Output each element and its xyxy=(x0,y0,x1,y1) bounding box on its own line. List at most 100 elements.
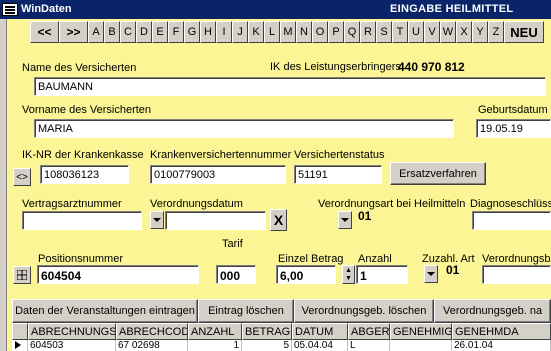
table-cell[interactable] xyxy=(390,340,452,351)
letter-button-g[interactable]: G xyxy=(184,21,200,43)
row-pointer-icon xyxy=(15,341,21,349)
letter-button-e[interactable]: E xyxy=(152,21,168,43)
status-label: Versichertenstatus xyxy=(294,149,385,161)
arzt-label: Vertragsarztnummer xyxy=(22,198,122,210)
letter-button-j[interactable]: J xyxy=(232,21,248,43)
daten-eintragen-button[interactable]: Daten der Veranstaltungen eintragen xyxy=(12,299,198,323)
letter-button-i[interactable]: I xyxy=(216,21,232,43)
letter-button-n[interactable]: N xyxy=(296,21,312,43)
ik-value: 440 970 812 xyxy=(398,60,465,74)
prev-button[interactable]: << xyxy=(30,21,59,43)
verordnungsgeb-loeschen-button[interactable]: Verordnungsgeb. löschen xyxy=(294,299,434,323)
letter-button-a[interactable]: A xyxy=(88,21,104,43)
verordnungsbl-label: Verordnungsbl xyxy=(482,253,551,265)
status-field[interactable]: 51191 xyxy=(294,165,382,184)
ik-label: IK des Leistungserbringers xyxy=(270,61,401,73)
letter-button-h[interactable]: H xyxy=(200,21,216,43)
vorname-label: Vorname des Versicherten xyxy=(22,104,152,116)
kvnr-field[interactable]: 0100779003 xyxy=(150,165,286,184)
verordnungsart-value: 01 xyxy=(358,209,372,223)
letter-button-s[interactable]: S xyxy=(376,21,392,43)
letter-button-y[interactable]: Y xyxy=(472,21,488,43)
new-button[interactable]: NEU xyxy=(504,21,544,43)
letter-button-z[interactable]: Z xyxy=(488,21,504,43)
anzahl-spinner[interactable]: ▲ ▼ xyxy=(342,265,355,284)
letter-button-x[interactable]: X xyxy=(456,21,472,43)
letter-button-d[interactable]: D xyxy=(136,21,152,43)
letter-button-w[interactable]: W xyxy=(440,21,456,43)
main-panel: << >> ABCDEFGHIJKLMNOPQRSTUVWXYZ NEU Nam… xyxy=(0,19,551,351)
table-cell[interactable]: 1 xyxy=(188,340,242,351)
action-bar: Daten der Veranstaltungen eintragen Eint… xyxy=(12,299,551,323)
letter-button-l[interactable]: L xyxy=(264,21,280,43)
anzahl-label: Anzahl xyxy=(358,253,392,265)
table-header: ABRECHNUNGSNRABRECHCODEANZAHLBETRAGDATUM… xyxy=(12,323,551,340)
vorname-field[interactable]: MARIA xyxy=(34,119,454,138)
row-indicator[interactable] xyxy=(12,340,28,351)
title-bar: WinDaten EINGABE HEILMITTEL xyxy=(0,0,551,19)
letter-button-r[interactable]: R xyxy=(360,21,376,43)
next-button[interactable]: >> xyxy=(59,21,88,43)
column-header-abrechcode[interactable]: ABRECHCODE xyxy=(116,323,188,340)
tarif-label: Tarif xyxy=(222,238,243,250)
verordnungsdatum-label: Verordnungsdatum xyxy=(150,198,243,210)
app-icon[interactable] xyxy=(2,3,18,16)
verordnungsblatt-field[interactable] xyxy=(482,265,551,284)
table-cell[interactable]: L xyxy=(348,340,390,351)
column-header-betrag[interactable]: BETRAG xyxy=(242,323,292,340)
table-row[interactable]: 604503 67 02698 1 5 05.04.04 L 26.01.04 xyxy=(12,340,551,351)
table-cell[interactable]: 5 xyxy=(242,340,292,351)
ersatzverfahren-button[interactable]: Ersatzverfahren xyxy=(390,162,486,185)
letter-button-q[interactable]: Q xyxy=(344,21,360,43)
clear-date-button[interactable]: X xyxy=(270,209,287,231)
letter-button-v[interactable]: V xyxy=(424,21,440,43)
iknr-field[interactable]: 108036123 xyxy=(40,165,129,184)
diagnose-field[interactable] xyxy=(472,211,551,230)
einzel-betrag-field[interactable]: 6,00 xyxy=(276,265,336,284)
diagnose-label: Diagnoseschlüss xyxy=(470,198,551,210)
vertragsarzt-field[interactable] xyxy=(22,211,142,230)
column-header-abger[interactable]: ABGER xyxy=(348,323,390,340)
kvnr-label: Krankenversichertennummer xyxy=(150,149,292,161)
column-header-datum[interactable]: DATUM xyxy=(292,323,348,340)
einzel-betrag-label: Einzel Betrag xyxy=(278,253,344,265)
column-header-genehmda[interactable]: GENEHMDA xyxy=(452,323,551,340)
letter-button-k[interactable]: K xyxy=(248,21,264,43)
letter-button-t[interactable]: T xyxy=(392,21,408,43)
letter-button-f[interactable]: F xyxy=(168,21,184,43)
positionsnummer-field[interactable]: 604504 xyxy=(37,265,199,284)
verordnungsdatum-field[interactable] xyxy=(165,211,266,230)
column-header-genehmig[interactable]: GENEHMIG xyxy=(390,323,452,340)
table-cell[interactable]: 26.01.04 xyxy=(452,340,551,351)
letter-button-p[interactable]: P xyxy=(328,21,344,43)
verordnungsgeb-nachtragen-button[interactable]: Verordnungsgeb. na xyxy=(434,299,551,323)
table-cell[interactable]: 604503 xyxy=(28,340,116,351)
zuzahl-art-dropdown[interactable] xyxy=(424,265,438,283)
left-strip xyxy=(0,19,7,351)
name-field[interactable]: BAUMANN xyxy=(34,77,546,96)
table-cell[interactable]: 05.04.04 xyxy=(292,340,348,351)
grid-icon xyxy=(17,270,27,280)
geburtsdatum-field[interactable]: 19.05.19 xyxy=(476,119,551,138)
zuzahl-art-value: 01 xyxy=(446,263,460,277)
iknr-label: IK-NR der Krankenkasse xyxy=(22,149,144,161)
verordnungsart-label: Verordnungsart bei Heilmitteln xyxy=(318,198,466,210)
anzahl-field[interactable]: 1 xyxy=(356,265,408,284)
letter-button-b[interactable]: B xyxy=(104,21,120,43)
app-title: WinDaten xyxy=(21,3,72,15)
tarif-field[interactable]: 000 xyxy=(216,265,256,284)
letter-button-o[interactable]: O xyxy=(312,21,328,43)
verordnungsart-dropdown[interactable] xyxy=(338,211,352,229)
letter-navigation: << >> ABCDEFGHIJKLMNOPQRSTUVWXYZ NEU xyxy=(30,21,544,45)
letter-button-m[interactable]: M xyxy=(280,21,296,43)
column-header-anzahl[interactable]: ANZAHL xyxy=(188,323,242,340)
column-header-abrechnungsnr[interactable]: ABRECHNUNGSNR xyxy=(28,323,116,340)
eintrag-loeschen-button[interactable]: Eintrag löschen xyxy=(198,299,294,323)
letter-button-u[interactable]: U xyxy=(408,21,424,43)
abrechnung-table[interactable]: ABRECHNUNGSNRABRECHCODEANZAHLBETRAGDATUM… xyxy=(12,323,551,351)
swap-button[interactable]: <> xyxy=(13,168,31,186)
position-lookup-button[interactable] xyxy=(13,266,31,284)
letter-button-c[interactable]: C xyxy=(120,21,136,43)
verordnungsdatum-dropdown[interactable] xyxy=(150,211,164,229)
table-cell[interactable]: 67 02698 xyxy=(116,340,188,351)
